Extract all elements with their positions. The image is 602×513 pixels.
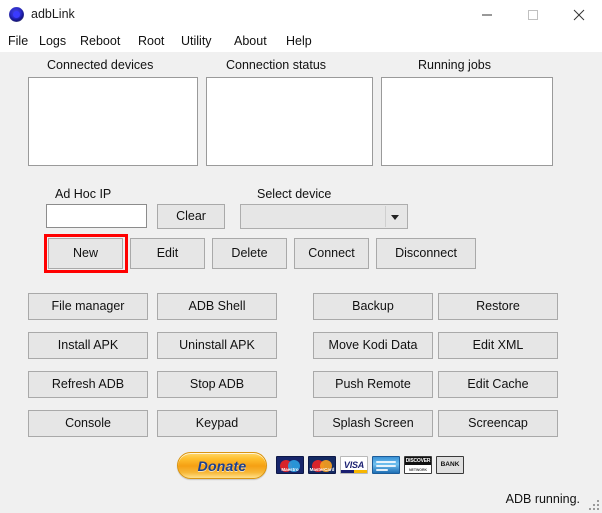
app-icon [9, 7, 24, 22]
menu-item-help[interactable]: Help [281, 32, 317, 50]
discover-card-icon: DISCOVER NETWORK [404, 456, 432, 474]
select-device-dropdown[interactable] [240, 204, 408, 229]
visa-card-icon: VISA [340, 456, 368, 474]
keypad-button[interactable]: Keypad [157, 410, 277, 437]
screencap-button[interactable]: Screencap [438, 410, 558, 437]
new-button[interactable]: New [48, 238, 123, 269]
close-icon [573, 9, 585, 21]
ad-hoc-ip-input[interactable] [46, 204, 147, 228]
install-apk-button[interactable]: Install APK [28, 332, 148, 359]
menu-item-utility[interactable]: Utility [176, 32, 217, 50]
label-running-jobs: Running jobs [418, 58, 491, 72]
menu-bar: File Logs Reboot Root Utility About Help [0, 30, 602, 52]
maximize-button[interactable] [510, 0, 556, 30]
push-remote-button[interactable]: Push Remote [313, 371, 433, 398]
menu-item-logs[interactable]: Logs [34, 32, 71, 50]
menu-item-file[interactable]: File [3, 32, 33, 50]
disconnect-button[interactable]: Disconnect [376, 238, 476, 269]
status-bar: ADB running. [0, 485, 602, 513]
maestro-card-icon: Maestro [276, 456, 304, 474]
amex-card-icon [372, 456, 400, 474]
client-area: Connected devices Connection status Runn… [0, 52, 602, 485]
donate-label: Donate [197, 457, 247, 474]
refresh-adb-button[interactable]: Refresh ADB [28, 371, 148, 398]
listbox-connected-devices[interactable] [28, 77, 198, 166]
label-select-device: Select device [257, 187, 332, 201]
splash-screen-button[interactable]: Splash Screen [313, 410, 433, 437]
dropdown-separator [385, 206, 386, 227]
delete-button[interactable]: Delete [212, 238, 287, 269]
connect-button[interactable]: Connect [294, 238, 369, 269]
edit-button[interactable]: Edit [130, 238, 205, 269]
move-kodi-data-button[interactable]: Move Kodi Data [313, 332, 433, 359]
menu-item-root[interactable]: Root [133, 32, 169, 50]
backup-button[interactable]: Backup [313, 293, 433, 320]
uninstall-apk-button[interactable]: Uninstall APK [157, 332, 277, 359]
file-manager-button[interactable]: File manager [28, 293, 148, 320]
donate-button[interactable]: Donate [177, 452, 267, 479]
edit-cache-button[interactable]: Edit Cache [438, 371, 558, 398]
status-text: ADB running. [505, 492, 580, 506]
adblink-window: adbLink File Logs Reboot Root Utility Ab… [0, 0, 602, 513]
maximize-icon [528, 10, 538, 20]
menu-item-about[interactable]: About [229, 32, 272, 50]
maestro-card-label: Maestro [281, 466, 299, 472]
console-button[interactable]: Console [28, 410, 148, 437]
title-bar: adbLink [0, 0, 602, 30]
window-title: adbLink [31, 7, 75, 21]
clear-button[interactable]: Clear [157, 204, 225, 229]
minimize-button[interactable] [464, 0, 510, 30]
mastercard-card-label: MasterCard [309, 466, 335, 472]
stop-adb-button[interactable]: Stop ADB [157, 371, 277, 398]
chevron-down-icon [391, 214, 399, 220]
listbox-running-jobs[interactable] [381, 77, 553, 166]
close-button[interactable] [556, 0, 602, 30]
resize-grip-icon[interactable] [587, 498, 599, 510]
label-ad-hoc-ip: Ad Hoc IP [55, 187, 112, 201]
label-connected-devices: Connected devices [47, 58, 154, 72]
bank-card-icon: BANK [436, 456, 464, 474]
payment-methods: Maestro MasterCard VISA DISCOVER NETWORK [276, 456, 464, 474]
menu-item-reboot[interactable]: Reboot [75, 32, 125, 50]
restore-button[interactable]: Restore [438, 293, 558, 320]
discover-card-label: DISCOVER [405, 457, 431, 465]
visa-card-label: VISA [343, 459, 365, 470]
listbox-connection-status[interactable] [206, 77, 373, 166]
label-connection-status: Connection status [226, 58, 327, 72]
bank-card-label: BANK [440, 460, 460, 468]
adb-shell-button[interactable]: ADB Shell [157, 293, 277, 320]
edit-xml-button[interactable]: Edit XML [438, 332, 558, 359]
minimize-icon [482, 14, 492, 16]
mastercard-card-icon: MasterCard [308, 456, 336, 474]
